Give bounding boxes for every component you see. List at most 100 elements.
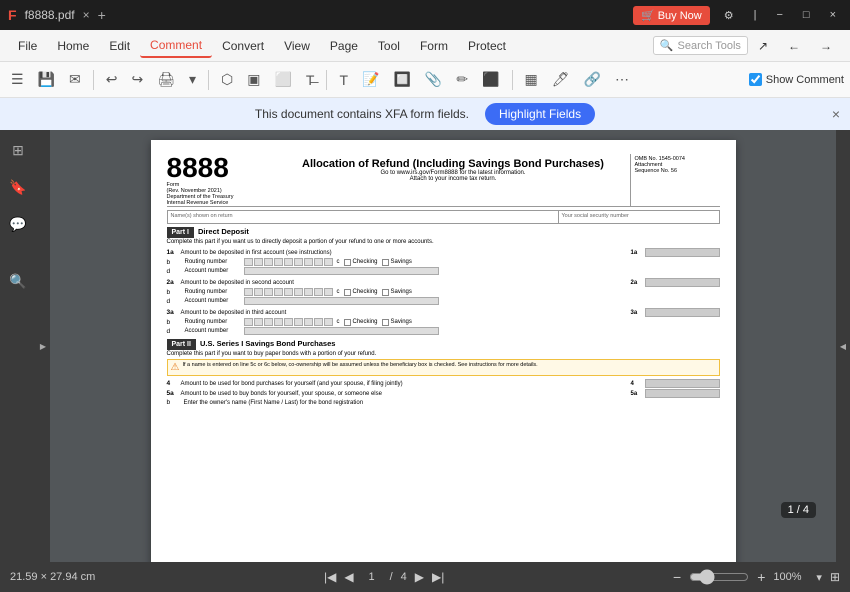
row-3a-field[interactable] (645, 308, 720, 317)
sidebar-bookmark-icon[interactable]: 🔖 (5, 175, 30, 200)
check-1-savings: Savings (382, 259, 412, 266)
form-number: 8888 (167, 154, 277, 182)
redo-icon[interactable]: ↪ (126, 68, 148, 91)
menu-edit[interactable]: Edit (99, 35, 140, 57)
row-1b-text: Routing number (185, 259, 240, 265)
row-3a-num: 3a (167, 309, 181, 316)
attach-icon[interactable]: 📎 (420, 68, 447, 91)
row-1c-label: c (337, 259, 340, 265)
highlight-icon[interactable]: ▣ (242, 68, 265, 91)
row-2c-label: c (337, 289, 340, 295)
menu-convert[interactable]: Convert (212, 35, 274, 57)
row-2a-field[interactable] (645, 278, 720, 287)
sidebar-search-icon[interactable]: 🔍 (5, 269, 30, 294)
row-3d-label: d (167, 328, 181, 335)
account-field-2[interactable] (244, 297, 439, 305)
menubar: File Home Edit Comment Convert View Page… (0, 30, 850, 62)
sequence-label: Sequence No. 56 (635, 168, 678, 174)
tab-filename: f8888.pdf (25, 8, 75, 22)
fit-page-button[interactable]: ⊞ (830, 570, 840, 584)
account-field-3[interactable] (244, 327, 439, 335)
hand-icon[interactable]: ☰ (6, 68, 29, 91)
close-button[interactable]: × (824, 7, 842, 23)
menu-comment[interactable]: Comment (140, 34, 212, 58)
menu-view[interactable]: View (274, 35, 320, 57)
search-tools-input[interactable]: 🔍 Search Tools (653, 36, 748, 55)
email-icon[interactable]: ✉ (64, 68, 86, 91)
row-3b-label: b (167, 319, 181, 326)
tab-close-button[interactable]: × (83, 8, 90, 22)
more-icon[interactable]: ⋯ (610, 68, 634, 91)
prev-page-button[interactable]: ◀ (344, 570, 353, 584)
undo-icon[interactable]: ↩ (101, 68, 123, 91)
underline-icon[interactable]: ⬜ (269, 68, 296, 91)
menu-page[interactable]: Page (320, 35, 368, 57)
plugin-icon[interactable]: ⚙ (718, 7, 740, 24)
row-2b-text: Routing number (185, 289, 240, 295)
strikethrough-icon[interactable]: T̶ (301, 69, 320, 91)
separator-1 (93, 70, 94, 90)
page-number-input[interactable] (362, 571, 382, 583)
left-panel-toggle[interactable]: ▶ (36, 130, 50, 562)
zoom-slider[interactable] (689, 569, 749, 585)
sidebar-comment-icon[interactable]: 💬 (5, 212, 30, 237)
zoom-out-button[interactable]: − (673, 569, 681, 585)
save-icon[interactable]: 💾 (33, 68, 60, 91)
back-icon[interactable]: ← (778, 35, 810, 57)
row-1a-field[interactable] (645, 248, 720, 257)
check-2-savings: Savings (382, 289, 412, 296)
name-label: Name(s) shown on return (171, 213, 555, 219)
page-counter-badge: 1 / 4 (781, 502, 816, 518)
part2-label: Part II (167, 339, 196, 350)
dropdown-icon[interactable]: ▾ (184, 68, 201, 91)
forward-icon[interactable]: → (810, 35, 842, 57)
menu-protect[interactable]: Protect (458, 35, 516, 57)
row-1a-text: Amount to be deposited in first account … (181, 250, 631, 256)
row-4-field[interactable] (645, 379, 720, 388)
tab-add-button[interactable]: + (98, 7, 106, 23)
zoom-dropdown-icon[interactable]: ▾ (816, 571, 822, 584)
link-icon[interactable]: 🔗 (579, 68, 606, 91)
last-page-button[interactable]: ▶| (432, 570, 444, 584)
show-comment-toggle[interactable]: Show Comment (749, 73, 844, 86)
row-2d-text: Account number (185, 298, 240, 304)
check-2-checking: Checking (344, 289, 378, 296)
left-sidebar: ⊞ 🔖 💬 🔍 (0, 130, 36, 562)
zoom-in-button[interactable]: + (757, 569, 765, 585)
sidebar-pages-icon[interactable]: ⊞ (8, 138, 28, 163)
eraser-icon[interactable]: ⬛ (477, 68, 504, 91)
row-5a-field[interactable] (645, 389, 720, 398)
minimize-button[interactable]: − (770, 7, 788, 23)
draw-icon[interactable]: ✏ (451, 68, 473, 91)
menu-file[interactable]: File (8, 35, 47, 57)
note-icon[interactable]: 📝 (357, 68, 384, 91)
separator-3 (326, 70, 327, 90)
row-2a-num: 2a (167, 279, 181, 286)
form-irs: Internal Revenue Service (167, 200, 277, 206)
maximize-button[interactable]: □ (797, 7, 816, 23)
bottombar: 21.59 × 27.94 cm |◀ ◀ / 4 ▶ ▶| − + 100% … (0, 562, 850, 592)
buy-now-button[interactable]: 🛒 Buy Now (633, 6, 710, 25)
show-comment-checkbox[interactable] (749, 73, 762, 86)
row-4-num: 4 (167, 380, 181, 387)
right-panel-toggle[interactable]: ◀ (836, 130, 850, 562)
shape-icon[interactable]: T (334, 69, 353, 91)
highlight-fields-button[interactable]: Highlight Fields (485, 103, 595, 125)
menu-home[interactable]: Home (47, 35, 99, 57)
external-link-icon[interactable]: ↗ (748, 35, 778, 57)
sign-icon[interactable]: 🖊 (547, 68, 575, 91)
account-field-1[interactable] (244, 267, 439, 275)
row-1b-label: b (167, 259, 181, 266)
row-3a-label: 3a (631, 310, 645, 316)
next-page-button[interactable]: ▶ (415, 570, 424, 584)
first-page-button[interactable]: |◀ (324, 570, 336, 584)
table-icon[interactable]: ▦ (520, 68, 543, 91)
menu-tool[interactable]: Tool (368, 35, 410, 57)
check-1-checking: Checking (344, 259, 378, 266)
xfa-close-button[interactable]: × (832, 106, 840, 122)
stamp-icon[interactable]: 🔲 (388, 68, 415, 91)
app-logo: F (8, 7, 17, 23)
menu-form[interactable]: Form (410, 35, 458, 57)
select-icon[interactable]: ⬡ (216, 68, 238, 91)
print-icon[interactable]: 🖨 (152, 68, 180, 91)
